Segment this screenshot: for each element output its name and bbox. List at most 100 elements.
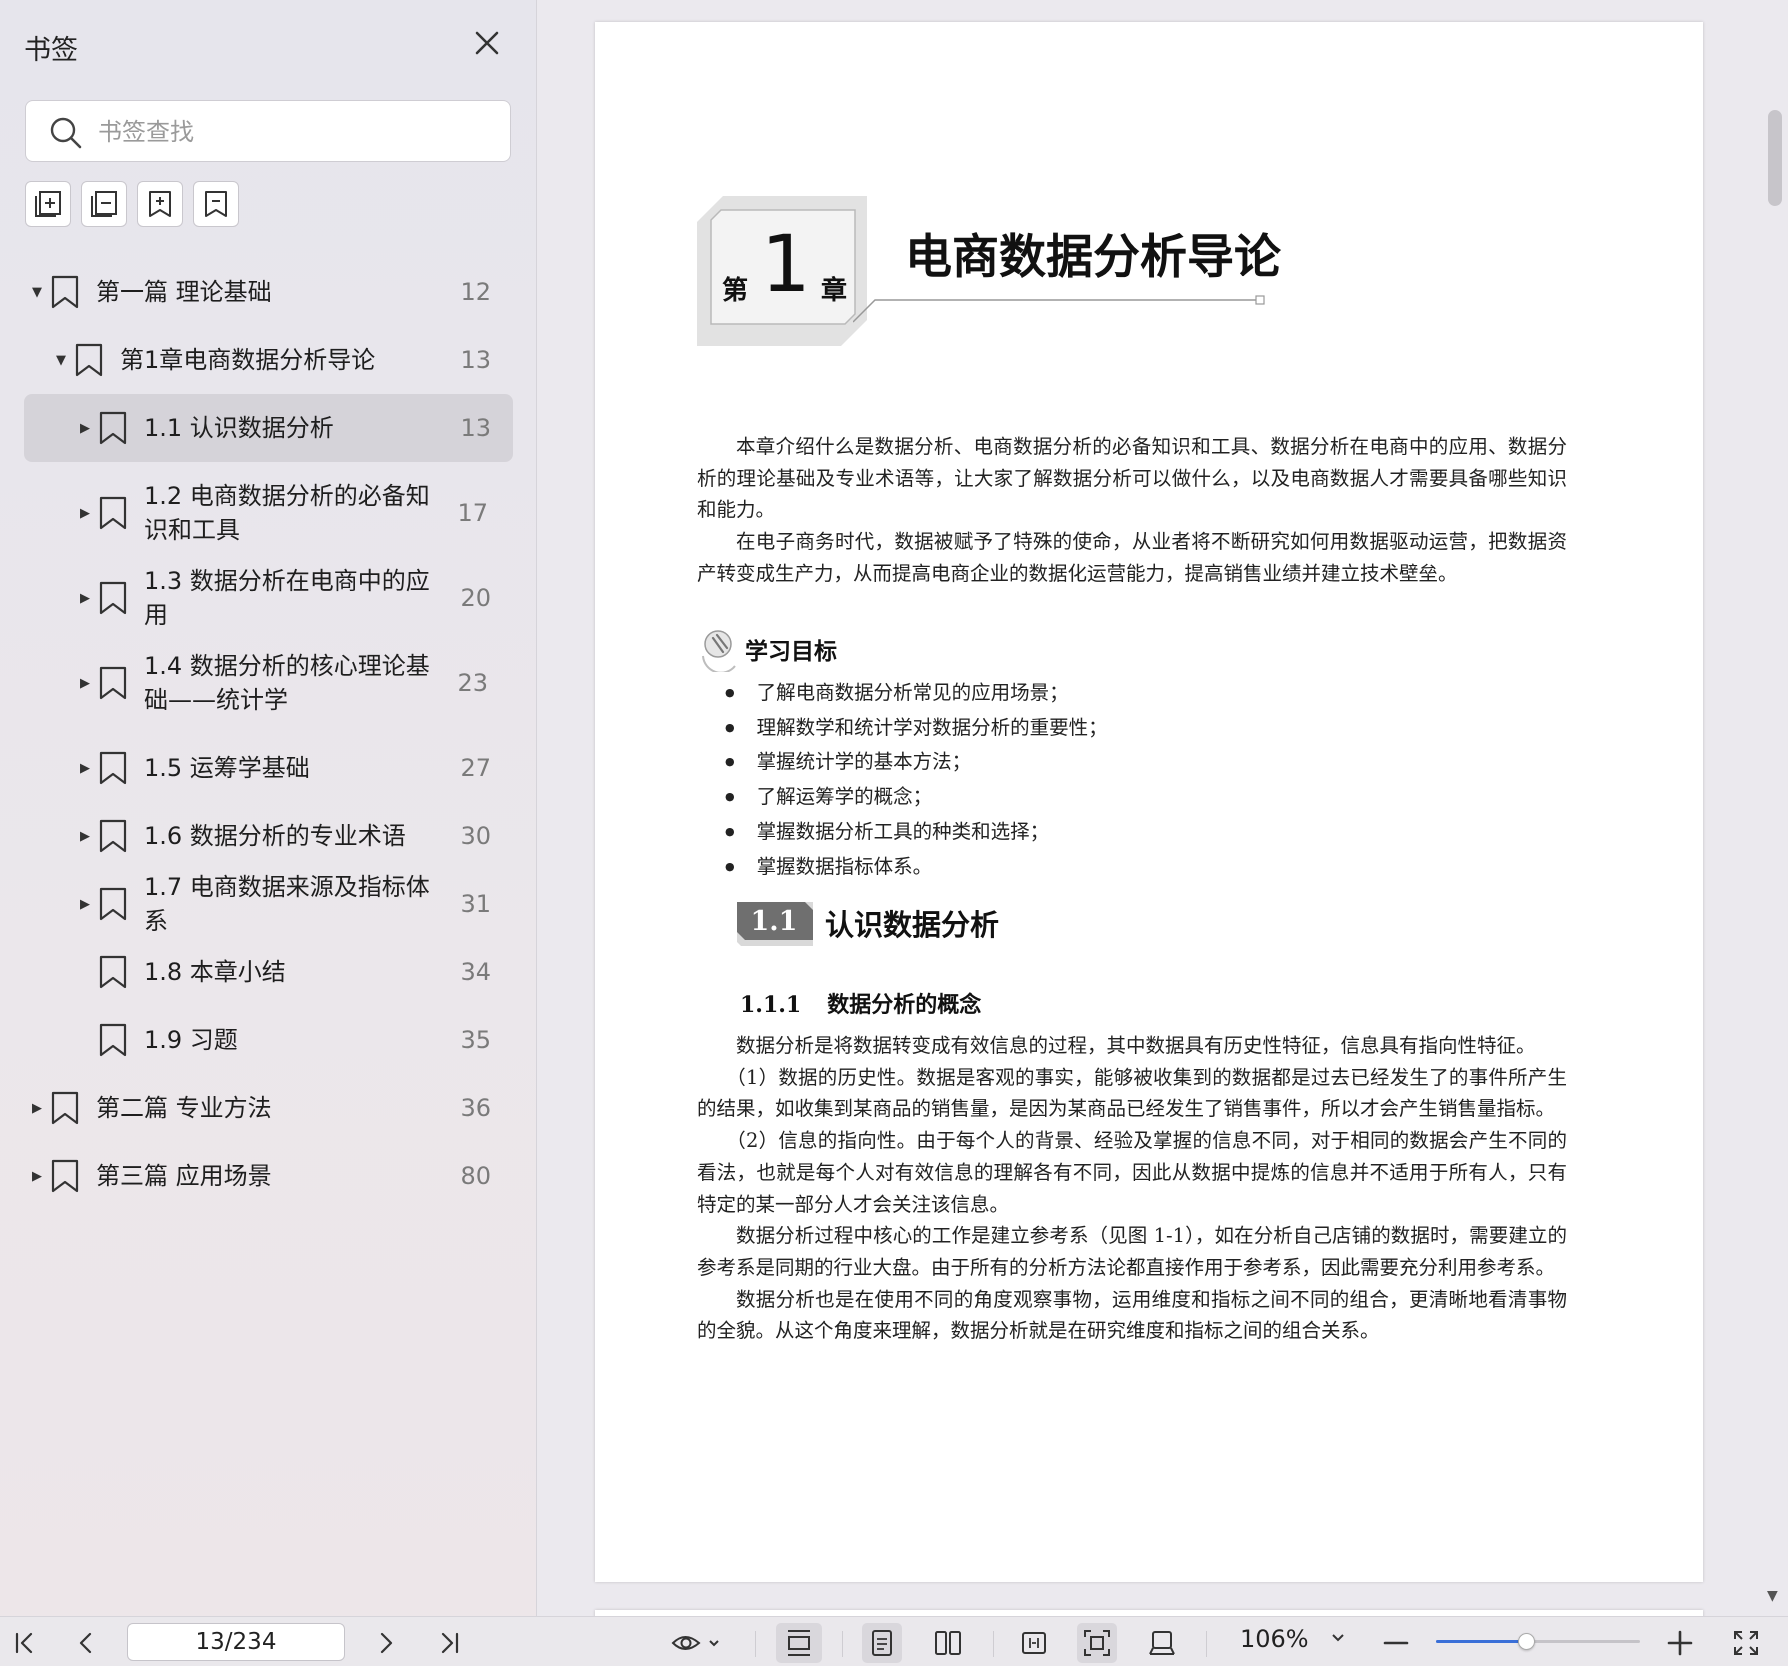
fullscreen-button[interactable]	[1726, 1623, 1766, 1663]
last-page-button[interactable]	[430, 1623, 470, 1663]
bookmark-search-input[interactable]	[98, 113, 488, 151]
subsection-title: 数据分析的概念	[827, 992, 982, 1018]
collapse-all-bookmarks-button[interactable]	[81, 181, 127, 227]
section-number-badge: 1.1	[737, 902, 813, 946]
bookmark-page-number: 23	[457, 669, 488, 697]
expand-triangle-icon[interactable]: ▶	[78, 591, 92, 606]
bookmark-item[interactable]: ▶ 1.6 数据分析的专业术语 30	[24, 802, 513, 870]
expand-triangle-icon[interactable]: ▶	[30, 1169, 44, 1184]
zoom-slider[interactable]	[1436, 1633, 1640, 1650]
section-title: 认识数据分析	[825, 908, 1000, 942]
bookmark-label: 1.8 本章小结	[144, 958, 286, 986]
toolbar-divider	[993, 1631, 994, 1657]
bookmark-item[interactable]: ▶ 1.4 数据分析的核心理论基础——统计学 23	[24, 632, 513, 734]
fit-width-icon	[788, 1630, 810, 1656]
remove-bookmark-button[interactable]	[193, 181, 239, 227]
eye-icon	[671, 1636, 701, 1650]
single-page-button[interactable]	[862, 1623, 902, 1663]
add-bookmark-button[interactable]	[137, 181, 183, 227]
rotate-page-button[interactable]	[1142, 1623, 1182, 1663]
bookmark-item[interactable]: ▼ 第一篇 理论基础 12	[24, 258, 513, 326]
next-page-button[interactable]	[366, 1623, 406, 1663]
toolbar-divider	[1206, 1631, 1207, 1657]
bookmark-label: 第二篇 专业方法	[96, 1094, 272, 1122]
scroll-down-arrow-icon[interactable]: ▼	[1767, 1588, 1778, 1604]
collapse-triangle-icon[interactable]: ▼	[54, 353, 68, 368]
section-heading: 1.1 认识数据分析	[737, 902, 1000, 946]
fit-width-button[interactable]	[776, 1623, 822, 1663]
bookmark-icon	[51, 275, 79, 309]
zoom-level[interactable]: 106%	[1240, 1625, 1309, 1653]
collapse-all-bookmarks-icon	[91, 191, 117, 217]
learning-goals-heading: 学习目标	[697, 626, 837, 672]
chapter-suffix: 章	[821, 276, 848, 306]
fit-page-icon	[1022, 1632, 1046, 1654]
bookmark-page-number: 20	[460, 584, 491, 612]
bookmark-page-number: 17	[457, 499, 488, 527]
bookmark-icon	[75, 343, 103, 377]
bookmark-item[interactable]: ▶ 第三篇 应用场景 80	[24, 1142, 513, 1210]
chapter-intro: 本章介绍什么是数据分析、电商数据分析的必备知识和工具、数据分析在电商中的应用、数…	[697, 431, 1567, 590]
toolbar-divider	[842, 1631, 843, 1657]
bookmark-page-number: 34	[460, 958, 491, 986]
bookmark-item[interactable]: ▶ 1.7 电商数据来源及指标体系 31	[24, 870, 513, 938]
page-number-input[interactable]	[127, 1623, 345, 1661]
rotate-page-icon	[1149, 1631, 1175, 1655]
learning-goal-item: 掌握统计学的基本方法；	[725, 746, 1108, 781]
fullscreen-icon	[1734, 1631, 1758, 1655]
paragraph: 数据分析过程中核心的工作是建立参考系（见图 1-1），如在分析自己店铺的数据时，…	[697, 1224, 1567, 1279]
learning-goals-list: 了解电商数据分析常见的应用场景；理解数学和统计学对数据分析的重要性；掌握统计学的…	[725, 677, 1108, 885]
bookmark-page-number: 36	[460, 1094, 491, 1122]
vertical-scrollbar-thumb[interactable]	[1768, 110, 1782, 206]
bookmark-label: 第一篇 理论基础	[96, 278, 272, 306]
actual-size-icon	[1084, 1630, 1110, 1656]
chapter-prefix: 第	[722, 276, 749, 306]
bookmark-icon	[99, 751, 127, 785]
first-page-button[interactable]	[4, 1623, 44, 1663]
two-page-button[interactable]	[928, 1623, 968, 1663]
expand-triangle-icon[interactable]: ▶	[78, 829, 92, 844]
bookmark-item[interactable]: ▶ 1.3 数据分析在电商中的应用 20	[24, 564, 513, 632]
actual-size-button[interactable]	[1077, 1623, 1117, 1663]
bottom-toolbar: 106%	[0, 1616, 1788, 1666]
subsection-heading: 1.1.1 数据分析的概念	[740, 987, 981, 1019]
bookmark-icon	[99, 581, 127, 615]
bookmark-item[interactable]: ▶ 1.2 电商数据分析的必备知识和工具 17	[24, 462, 513, 564]
bookmark-item[interactable]: 1.8 本章小结 34	[24, 938, 513, 1006]
bookmark-item[interactable]: ▼ 第1章电商数据分析导论 13	[24, 326, 513, 394]
collapse-triangle-icon[interactable]: ▼	[30, 285, 44, 300]
bookmark-page-number: 27	[460, 754, 491, 782]
bookmark-label: 1.9 习题	[144, 1026, 238, 1054]
bookmark-label: 1.6 数据分析的专业术语	[144, 822, 406, 850]
expand-triangle-icon[interactable]: ▶	[78, 897, 92, 912]
previous-page-button[interactable]	[66, 1623, 106, 1663]
paperclip-icon	[702, 630, 736, 672]
last-page-icon	[441, 1632, 459, 1654]
bookmark-label: 1.2 电商数据分析的必备知识和工具	[144, 482, 430, 544]
fit-page-button[interactable]	[1014, 1623, 1054, 1663]
zoom-slider-handle[interactable]	[1517, 1633, 1535, 1650]
expand-triangle-icon[interactable]: ▶	[78, 761, 92, 776]
learning-goals-title: 学习目标	[745, 638, 837, 665]
expand-triangle-icon[interactable]: ▶	[78, 421, 92, 436]
bookmark-item[interactable]: ▶ 第二篇 专业方法 36	[24, 1074, 513, 1142]
expand-triangle-icon[interactable]: ▶	[30, 1101, 44, 1116]
expand-all-bookmarks-button[interactable]	[25, 181, 71, 227]
close-icon[interactable]	[470, 26, 504, 60]
learning-goal-item: 了解电商数据分析常见的应用场景；	[725, 677, 1108, 712]
bookmark-item[interactable]: ▶ 1.5 运筹学基础 27	[24, 734, 513, 802]
bookmark-item[interactable]: 1.9 习题 35	[24, 1006, 513, 1074]
bookmark-item[interactable]: ▶ 1.1 认识数据分析 13	[24, 394, 513, 462]
zoom-out-button[interactable]	[1376, 1623, 1416, 1663]
reading-mode-button[interactable]	[664, 1623, 728, 1663]
document-viewer[interactable]: 第 1 章 电商数据分析导论 本章介绍什么是数据分析、电商数据分析的必备知识和工…	[538, 0, 1788, 1630]
bookmark-label: 第三篇 应用场景	[96, 1162, 272, 1190]
bookmark-icon	[99, 1023, 127, 1057]
expand-triangle-icon[interactable]: ▶	[78, 676, 92, 691]
bookmark-sidebar: 书签 ▼ 第一篇 理论基础 12 ▼ 第1章电商数据分析导论 13 ▶ 1.1 认识数据分析 1…	[0, 0, 537, 1616]
remove-bookmark-icon	[205, 191, 227, 217]
zoom-in-button[interactable]	[1660, 1623, 1700, 1663]
sidebar-title: 书签	[24, 35, 78, 66]
zoom-dropdown-chevron-down-icon[interactable]	[1330, 1629, 1346, 1649]
expand-triangle-icon[interactable]: ▶	[78, 506, 92, 521]
